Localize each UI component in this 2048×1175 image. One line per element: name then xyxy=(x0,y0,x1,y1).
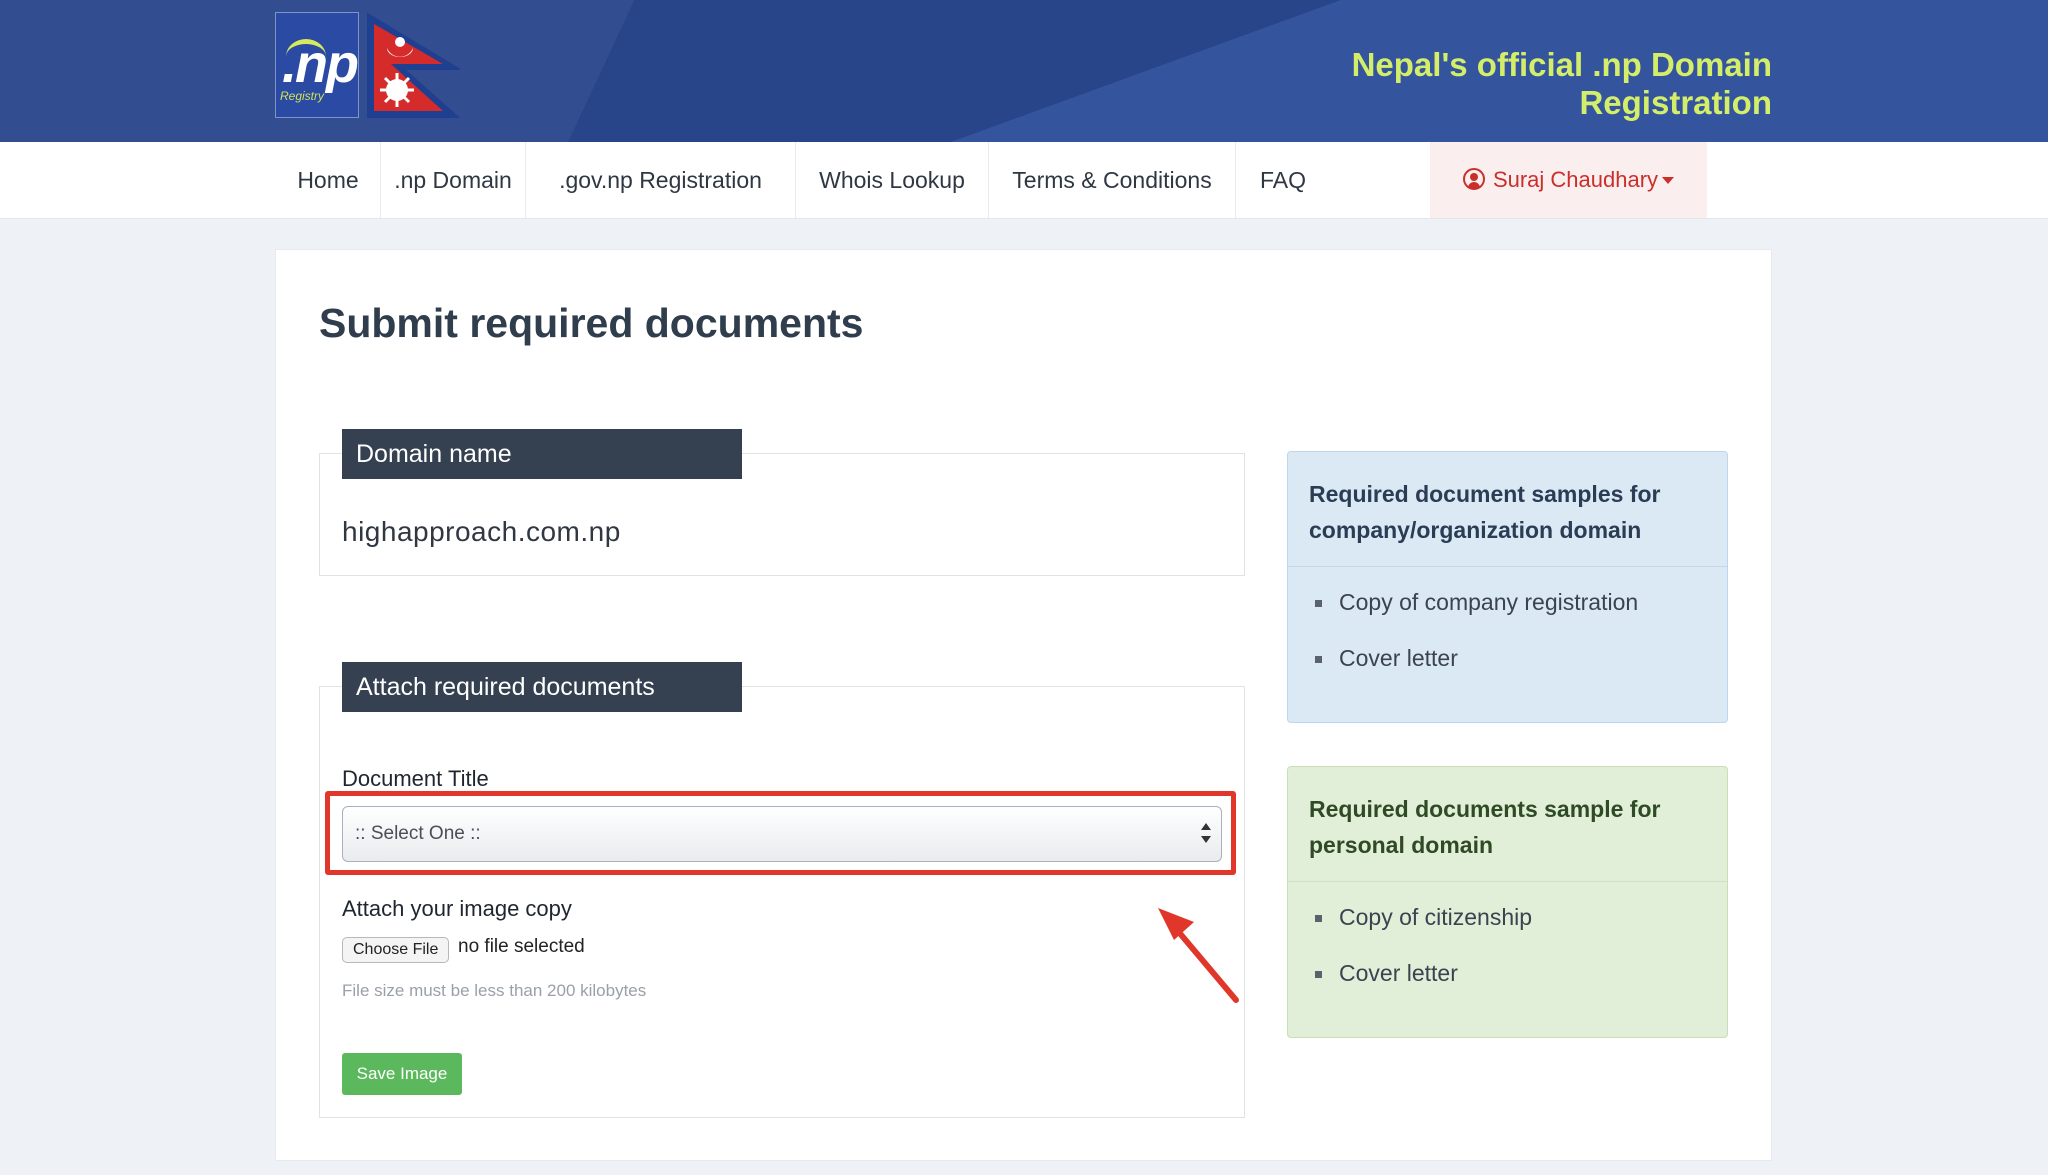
company-panel-title: Required document samples for company/or… xyxy=(1288,452,1727,567)
annotation-arrow-icon xyxy=(1158,908,1239,1003)
nav-terms-conditions[interactable]: Terms & Conditions xyxy=(989,142,1236,218)
nav-np-domain[interactable]: .np Domain xyxy=(381,142,526,218)
company-documents-list: Copy of company registration Cover lette… xyxy=(1288,584,1638,696)
nav-faq[interactable]: FAQ xyxy=(1236,142,1330,218)
user-name: Suraj Chaudhary xyxy=(1492,167,1659,192)
document-title-select[interactable]: :: Select One :: xyxy=(342,806,1222,862)
np-registry-logo[interactable]: .np Registry xyxy=(275,12,359,118)
nepal-flag-icon xyxy=(367,12,460,118)
logo-subtext: Registry xyxy=(280,89,325,103)
domain-name-value: highapproach.com.np xyxy=(342,516,621,547)
select-arrows-icon xyxy=(1201,823,1211,847)
nav-whois-lookup[interactable]: Whois Lookup xyxy=(796,142,989,218)
list-item: Cover letter xyxy=(1314,640,1638,696)
select-value: :: Select One :: xyxy=(355,823,481,844)
document-title-label: Document Title xyxy=(342,766,489,791)
list-item: Cover letter xyxy=(1314,955,1532,1011)
personal-documents-list: Copy of citizenship Cover letter xyxy=(1288,899,1532,1011)
attach-image-label: Attach your image copy xyxy=(342,896,572,921)
choose-file-button[interactable]: Choose File xyxy=(342,937,450,963)
list-item: Copy of citizenship xyxy=(1314,899,1532,955)
main-nav: Home .np Domain .gov.np Registration Who… xyxy=(0,142,2048,219)
header-banner: .np Registry Nepal's official .np Domain… xyxy=(0,0,2048,142)
nav-gov-np-registration[interactable]: .gov.np Registration xyxy=(526,142,796,218)
user-menu[interactable]: Suraj Chaudhary xyxy=(1430,142,1707,218)
company-documents-panel: Required document samples for company/or… xyxy=(1287,451,1728,723)
nav-home[interactable]: Home xyxy=(276,142,381,218)
logo-text: .np xyxy=(282,34,359,94)
list-item: Copy of company registration xyxy=(1314,584,1638,640)
attach-documents-legend: Attach required documents xyxy=(342,662,742,712)
no-file-text: no file selected xyxy=(458,936,585,957)
site-title: Nepal's official .np Domain Registration xyxy=(1351,46,1772,121)
personal-panel-title: Required documents sample for personal d… xyxy=(1288,767,1727,882)
domain-name-legend: Domain name xyxy=(342,429,742,479)
personal-documents-panel: Required documents sample for personal d… xyxy=(1287,766,1728,1038)
caret-down-icon xyxy=(1662,177,1675,184)
save-image-button[interactable]: Save Image xyxy=(342,1053,462,1095)
user-circle-icon xyxy=(1462,168,1485,190)
page-title: Submit required documents xyxy=(319,300,864,346)
file-size-help: File size must be less than 200 kilobyte… xyxy=(342,981,647,1000)
